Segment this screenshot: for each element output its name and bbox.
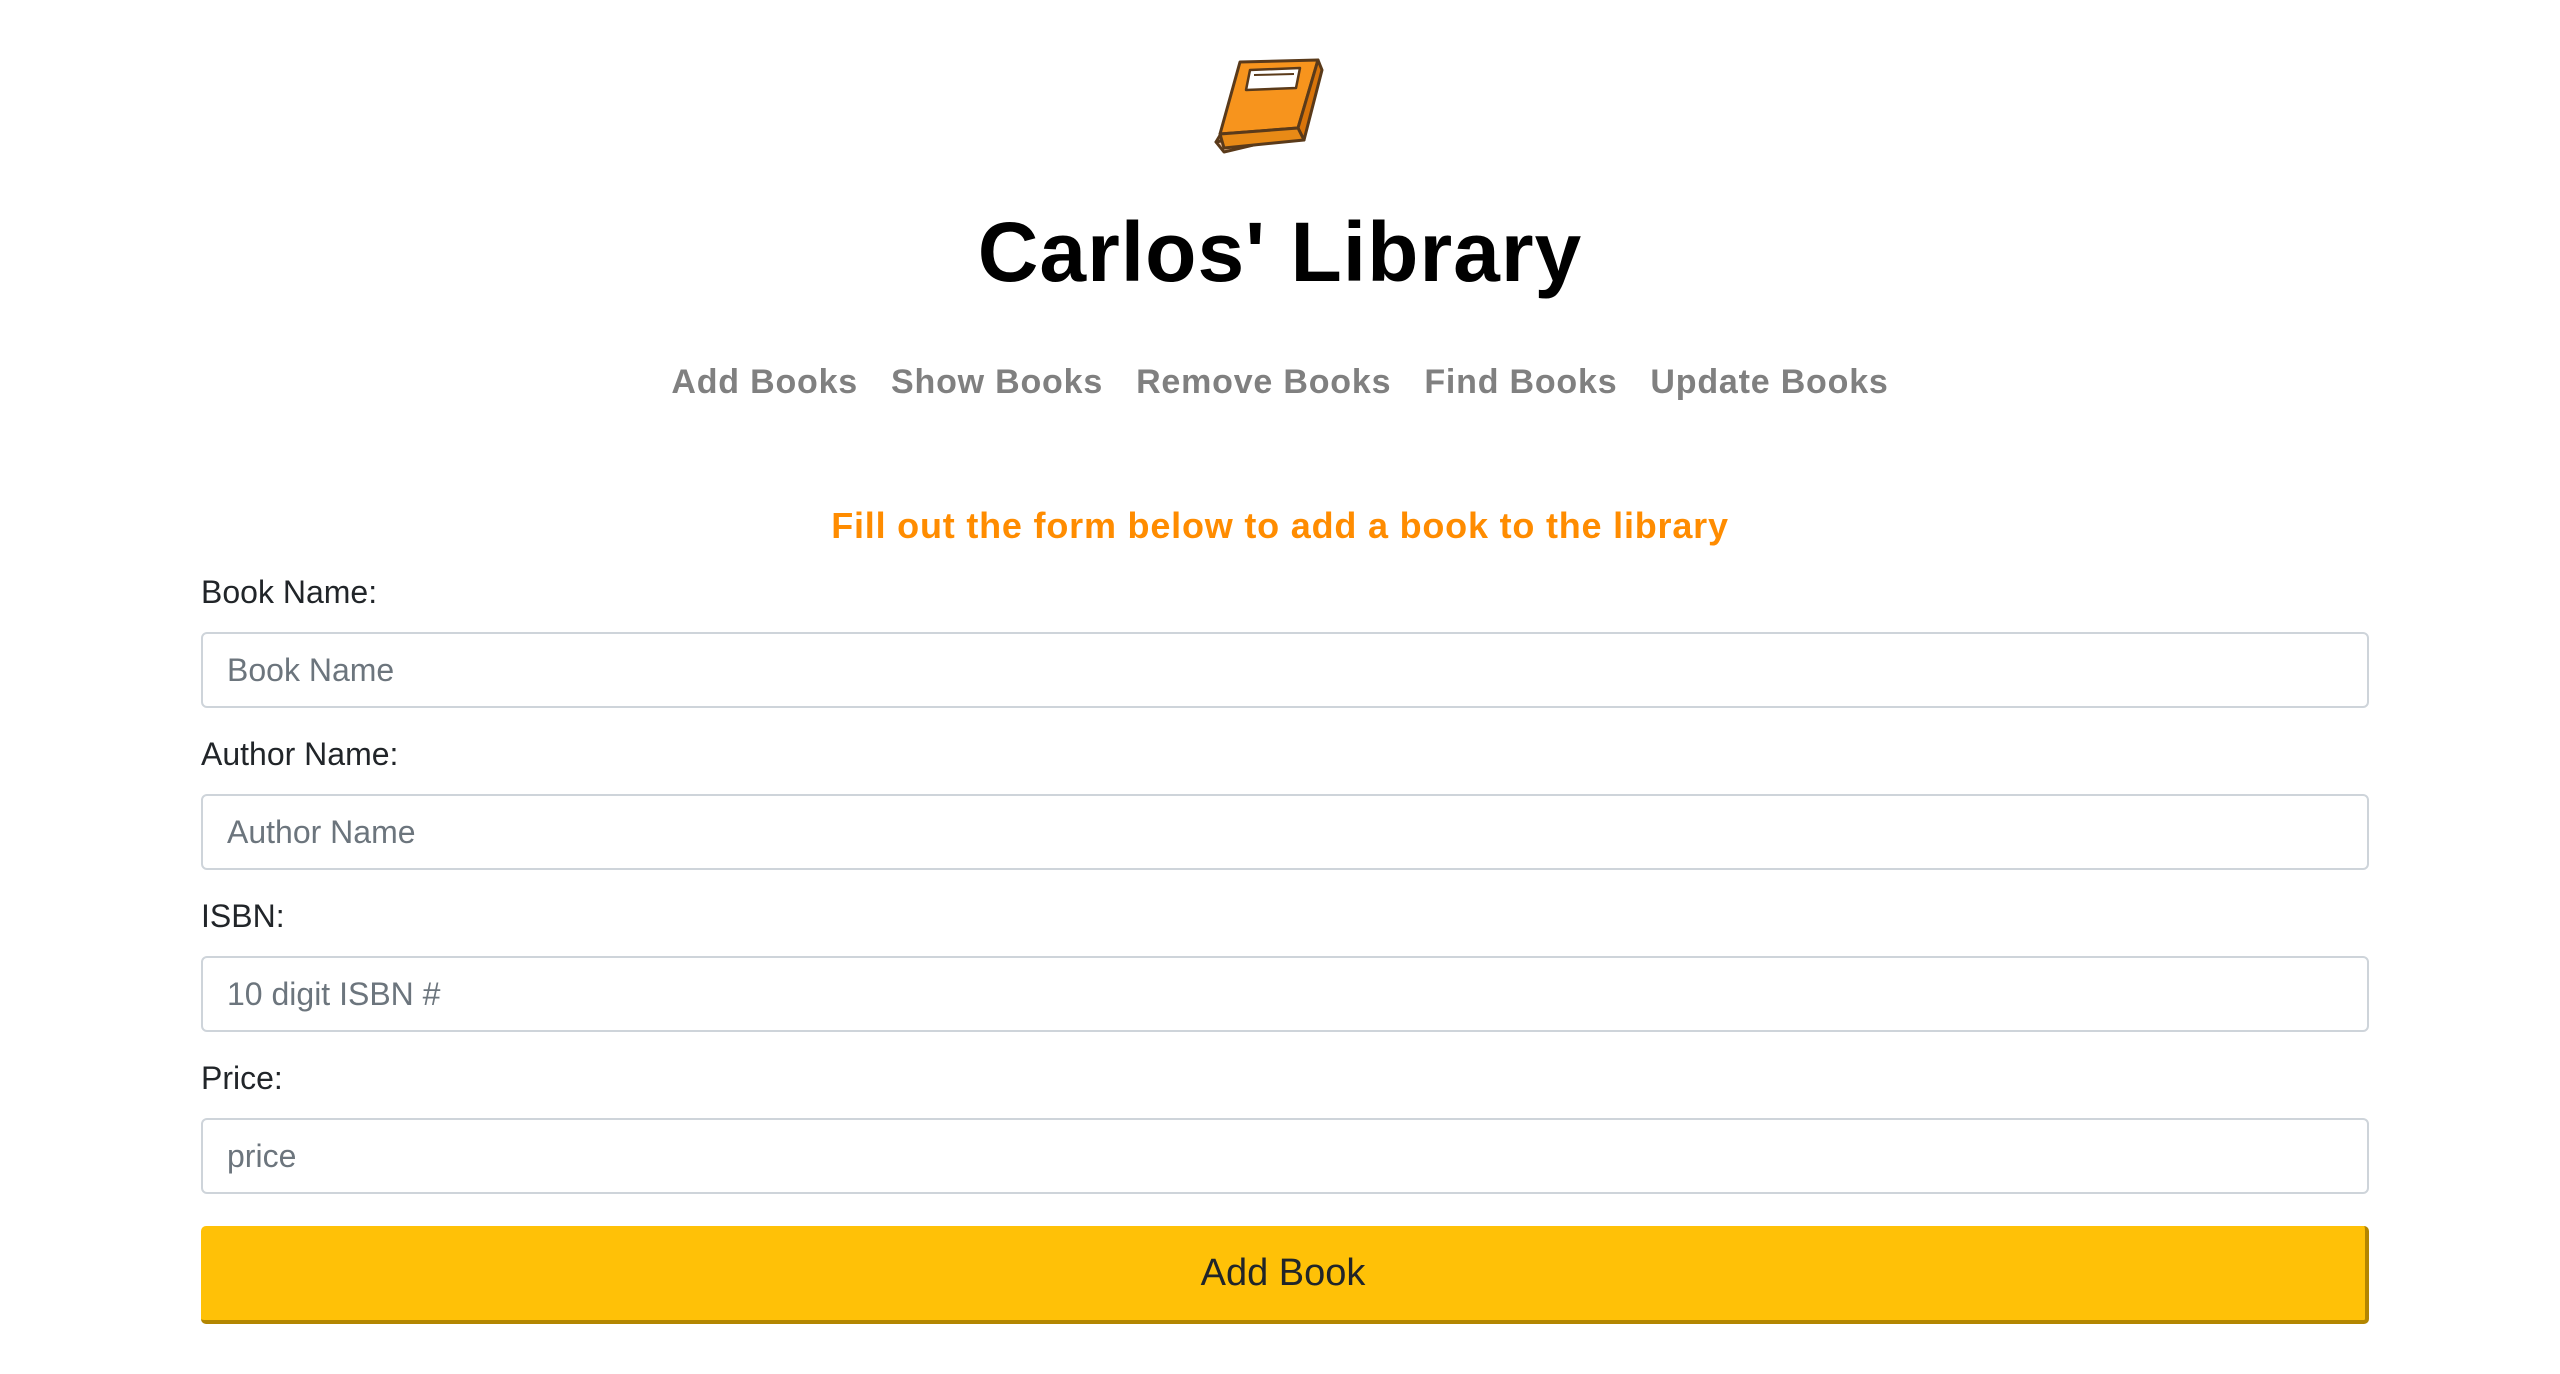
add-book-form: Book Name: Author Name: ISBN: Price: Add…: [201, 570, 2369, 1324]
page-title: Carlos' Library: [977, 205, 1583, 299]
book-name-input[interactable]: [201, 632, 2369, 708]
page: Carlos' Library Add Books Show Books Rem…: [0, 0, 2560, 1374]
author-name-input[interactable]: [201, 794, 2369, 870]
nav-update-books[interactable]: Update Books: [1650, 360, 1888, 404]
nav-show-books[interactable]: Show Books: [891, 360, 1103, 404]
author-name-group: Author Name:: [201, 732, 2369, 870]
author-name-label: Author Name:: [201, 736, 399, 772]
add-book-button[interactable]: Add Book: [201, 1226, 2369, 1324]
isbn-group: ISBN:: [201, 894, 2369, 1032]
isbn-label: ISBN:: [201, 898, 285, 934]
form-instructions: Fill out the form below to add a book to…: [831, 505, 1729, 546]
book-name-label: Book Name:: [201, 574, 378, 610]
nav-find-books[interactable]: Find Books: [1424, 360, 1617, 404]
isbn-input[interactable]: [201, 956, 2369, 1032]
price-label: Price:: [201, 1060, 283, 1096]
price-group: Price:: [201, 1056, 2369, 1194]
book-icon: [1214, 58, 1324, 154]
main-nav: Add Books Show Books Remove Books Find B…: [0, 360, 2560, 404]
nav-add-books[interactable]: Add Books: [671, 360, 858, 404]
price-input[interactable]: [201, 1118, 2369, 1194]
book-name-group: Book Name:: [201, 570, 2369, 708]
nav-remove-books[interactable]: Remove Books: [1136, 360, 1391, 404]
